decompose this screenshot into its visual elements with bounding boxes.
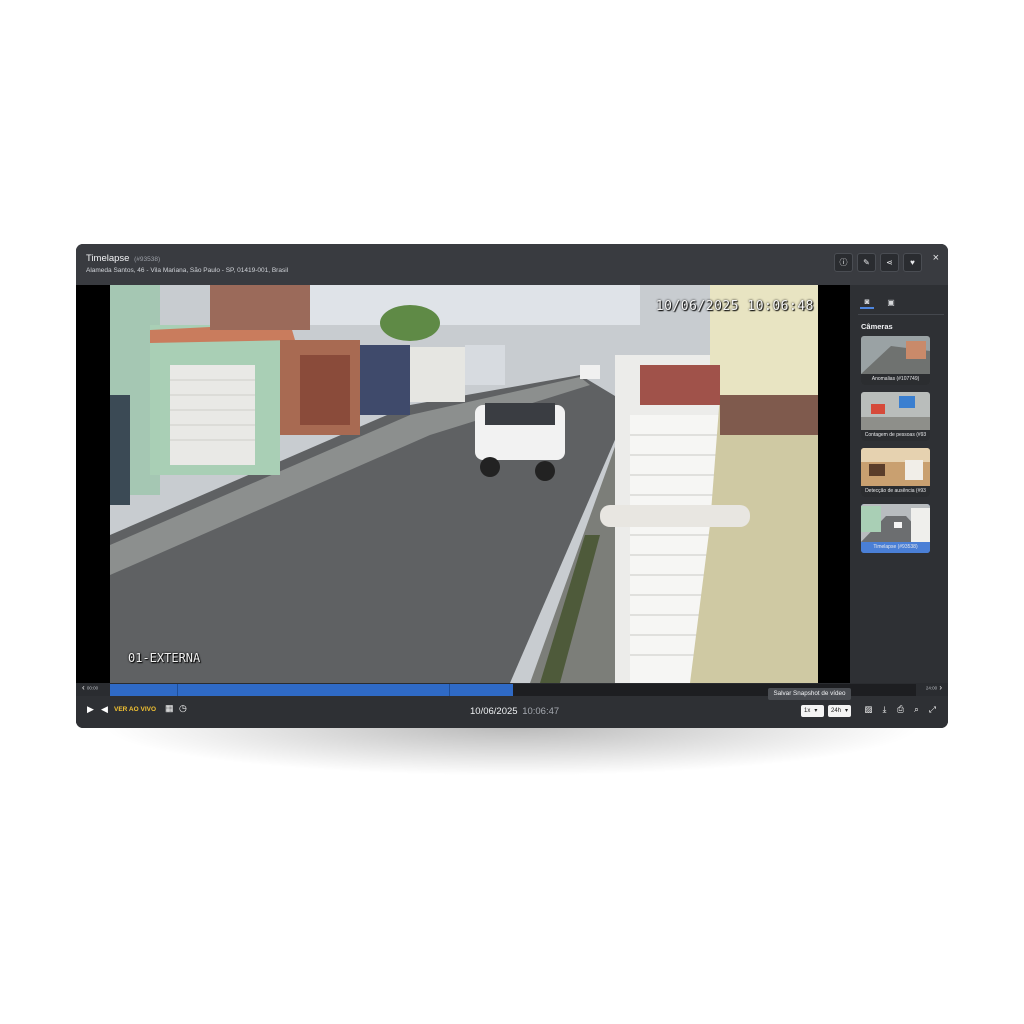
window-shadow xyxy=(100,726,924,776)
close-button[interactable]: × xyxy=(933,252,939,264)
camera-thumbnail-anomalias[interactable]: Anomalias (#107749) xyxy=(861,336,930,385)
tab-cameras[interactable]: ◙ xyxy=(860,295,874,309)
camera-sidebar: ◙ ▣ Câmeras Anomalias (#107749) Contagem… xyxy=(850,285,948,683)
heart-icon: ♥ xyxy=(910,258,915,267)
image-icon: ▨ xyxy=(864,704,873,714)
camera-thumbnail-label: Anomalias (#107749) xyxy=(861,374,930,385)
sidebar-divider xyxy=(858,314,944,315)
chevron-right-icon: › xyxy=(939,683,942,692)
speed-select[interactable]: 1x ▾ xyxy=(801,705,824,717)
snapshot-tooltip: Salvar Snapshot de vídeo xyxy=(768,688,851,700)
thumbnail-image xyxy=(861,448,930,486)
camera-thumbnail-label: Timelapse (#93538) xyxy=(861,542,930,553)
edit-icon: ✎ xyxy=(863,258,870,267)
clock-button[interactable]: ◷ xyxy=(179,703,187,714)
timelapse-player-window: Timelapse (#93538) Alameda Santos, 46 - … xyxy=(76,244,948,728)
timeline-marker xyxy=(449,684,450,696)
search-icon: ⌕ xyxy=(914,704,919,714)
camera-thumbnail-label: Contagem de pessoas (#93 xyxy=(861,430,930,441)
window-title: Timelapse (#93538) xyxy=(86,253,160,264)
calendar-icon: ▦ xyxy=(165,703,174,713)
download-icon: ⤓ xyxy=(882,704,887,714)
chevron-down-icon: ▾ xyxy=(814,708,818,714)
expand-icon: ⤢ xyxy=(929,704,936,714)
range-select[interactable]: 24h ▾ xyxy=(828,705,851,717)
sidebar-tabs: ◙ ▣ xyxy=(860,295,898,309)
favorite-button[interactable]: ♥ xyxy=(903,253,922,272)
fullscreen-button[interactable]: ⤢ xyxy=(928,704,937,715)
calendar-button[interactable]: ▦ xyxy=(165,703,174,714)
sidebar-title: Câmeras xyxy=(861,322,893,331)
timeline-prev[interactable]: ‹ 00:00 xyxy=(82,683,98,692)
step-back-button[interactable]: ◀ xyxy=(101,704,108,715)
camera-name-overlay: 01-EXTERNA xyxy=(128,651,201,665)
camera-list: Anomalias (#107749) Contagem de pessoas … xyxy=(861,336,930,560)
zoom-button[interactable]: ⌕ xyxy=(912,704,921,715)
share-icon: ⋖ xyxy=(886,258,893,267)
chevron-down-icon: ▾ xyxy=(845,708,849,714)
download-button[interactable]: ⤓ xyxy=(880,704,889,715)
current-datetime: 10/06/2025 10:06:47 xyxy=(470,706,559,717)
thumbnail-image xyxy=(861,392,930,430)
timeline-marker xyxy=(177,684,178,696)
camera-thumbnail-timelapse[interactable]: Timelapse (#93538) xyxy=(861,504,930,553)
thumbnail-image xyxy=(861,504,930,542)
info-icon: ⓘ xyxy=(839,258,848,267)
speed-value: 1x xyxy=(804,708,811,714)
edit-button[interactable]: ✎ xyxy=(857,253,876,272)
camera-thumbnail-deteccao[interactable]: Detecção de ausência (#93 xyxy=(861,448,930,497)
share-button[interactable]: ⋖ xyxy=(880,253,899,272)
window-title-id: (#93538) xyxy=(134,256,161,263)
info-button[interactable]: ⓘ xyxy=(834,253,853,272)
timeline-start-label: 00:00 xyxy=(86,685,99,691)
street-scene-image xyxy=(110,285,818,683)
title-bar: Timelapse (#93538) Alameda Santos, 46 - … xyxy=(76,244,948,285)
thumbnail-image xyxy=(861,336,930,374)
step-back-icon: ◀ xyxy=(101,704,108,714)
current-date: 10/06/2025 xyxy=(470,706,518,717)
camera-thumbnail-contagem[interactable]: Contagem de pessoas (#93 xyxy=(861,392,930,441)
current-time: 10:06:47 xyxy=(522,706,560,717)
range-value: 24h xyxy=(831,708,842,714)
play-icon: ▶ xyxy=(87,704,94,714)
close-icon: × xyxy=(932,252,939,264)
toolbar-icons: ▨ ⤓ ⎙ ⌕ ⤢ xyxy=(864,704,937,715)
tab-images[interactable]: ▣ xyxy=(884,295,898,309)
window-title-text: Timelapse xyxy=(86,253,130,264)
live-view-button[interactable]: VER AO VIVO xyxy=(114,706,156,713)
header-buttons: ⓘ ✎ ⋖ ♥ xyxy=(834,253,922,272)
camera-timestamp-overlay: 10/06/2025 10:06:48 xyxy=(655,299,814,314)
image-icon: ▣ xyxy=(887,297,895,307)
timeline-progress xyxy=(110,684,513,696)
timeline-next[interactable]: 24:00 › xyxy=(926,683,942,692)
clock-icon: ◷ xyxy=(179,703,187,713)
camera-frame: 10/06/2025 10:06:48 01-EXTERNA xyxy=(110,285,818,683)
print-icon: ⎙ xyxy=(897,704,904,714)
print-button[interactable]: ⎙ xyxy=(896,704,905,715)
play-button[interactable]: ▶ xyxy=(87,704,94,715)
chevron-left-icon: ‹ xyxy=(82,683,85,692)
camera-thumbnail-label: Detecção de ausência (#93 xyxy=(861,486,930,497)
player-controls: ▶ ◀ VER AO VIVO ▦ ◷ 10/06/2025 10:06:47 … xyxy=(76,696,948,728)
timeline-end-label: 24:00 xyxy=(925,685,938,691)
camera-address: Alameda Santos, 46 - Vila Mariana, São P… xyxy=(86,267,289,274)
video-viewport[interactable]: 10/06/2025 10:06:48 01-EXTERNA xyxy=(76,285,850,683)
camera-icon: ◙ xyxy=(864,296,870,306)
snapshot-button[interactable]: ▨ xyxy=(864,704,873,715)
